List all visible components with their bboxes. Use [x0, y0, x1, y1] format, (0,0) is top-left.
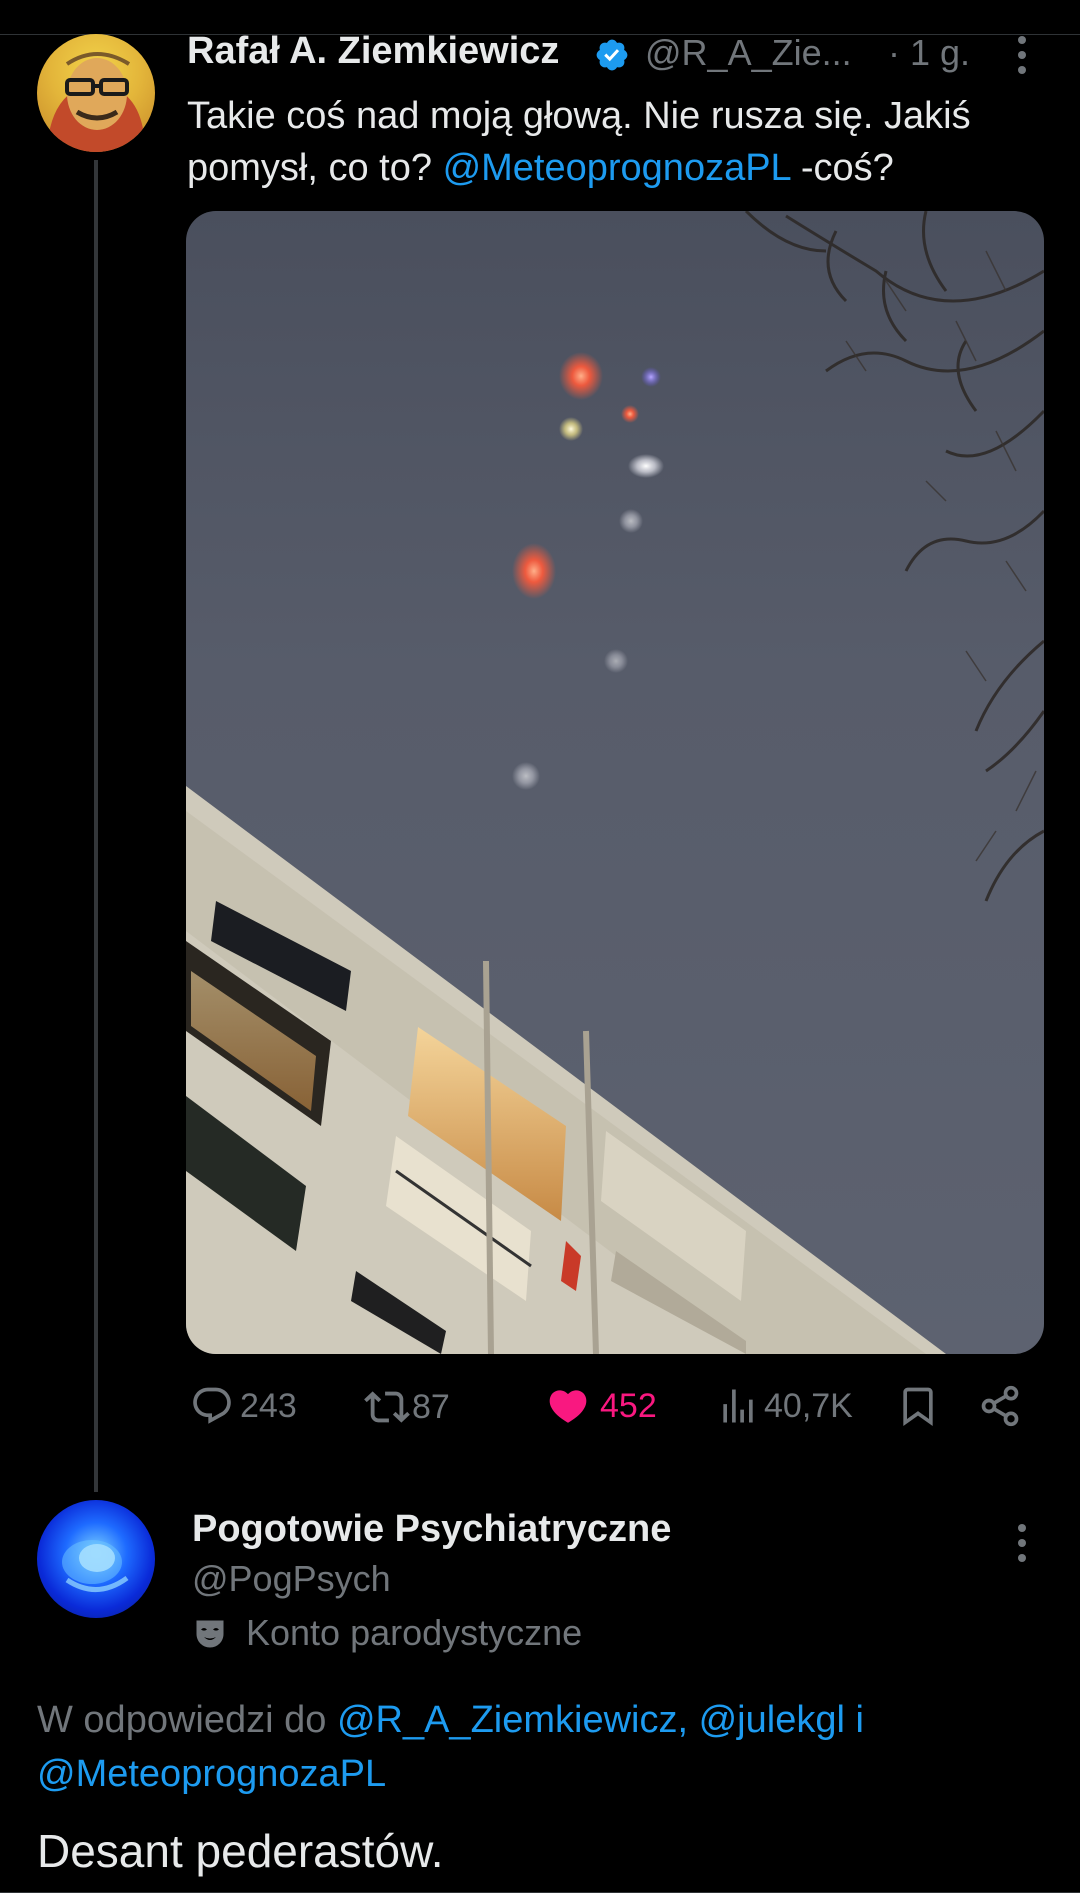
tweet-actions: 243 87 452 40,7K: [186, 1384, 1036, 1434]
reply-button[interactable]: 243: [190, 1384, 297, 1428]
views-count: 40,7K: [764, 1386, 853, 1425]
views-button[interactable]: 40,7K: [716, 1384, 853, 1428]
tweet-time[interactable]: · 1 g.: [888, 32, 970, 74]
heart-icon: [549, 1390, 587, 1423]
bookmark-button[interactable]: [896, 1384, 940, 1428]
reply-author-avatar[interactable]: [37, 1500, 155, 1618]
tweet-mention[interactable]: @MeteoprognozaPL: [443, 147, 791, 189]
reply-text: Desant pederastów.: [37, 1825, 444, 1877]
verified-badge-icon: [596, 39, 628, 71]
bookmark-icon: [903, 1387, 933, 1427]
thread-line: [94, 160, 98, 1492]
like-count: 452: [600, 1386, 657, 1425]
reply-mention-link[interactable]: @julekgl: [699, 1699, 845, 1741]
retweet-icon: [364, 1391, 410, 1423]
like-button[interactable]: 452: [546, 1384, 657, 1428]
parody-mask-icon: [196, 1620, 224, 1648]
reply-count: 243: [240, 1386, 297, 1425]
more-icon[interactable]: [1010, 36, 1034, 80]
reply-mention-link[interactable]: @MeteoprognozaPL: [37, 1753, 386, 1795]
views-icon: [723, 1389, 753, 1423]
reply-author-name[interactable]: Pogotowie Psychiatryczne: [192, 1508, 671, 1551]
retweet-button[interactable]: 87: [364, 1384, 450, 1430]
retweet-count: 87: [412, 1387, 450, 1426]
reply-icon: [193, 1387, 231, 1424]
tweet-photo[interactable]: [186, 211, 1044, 1354]
parody-label: Konto parodystyczne: [246, 1612, 583, 1653]
author-avatar[interactable]: [37, 34, 155, 152]
reply-mention-link[interactable]: @R_A_Ziemkiewicz,: [337, 1699, 688, 1741]
reply-and: i: [844, 1699, 864, 1741]
share-button[interactable]: [978, 1384, 1022, 1428]
tweet-text-tail: -coś?: [790, 147, 894, 189]
reply-author-handle[interactable]: @PogPsych: [192, 1558, 391, 1600]
reply-prefix: W odpowiedzi do: [37, 1699, 337, 1741]
share-icon: [981, 1385, 1019, 1427]
author-name[interactable]: Rafał A. Ziemkiewicz: [187, 30, 559, 73]
replying-to: W odpowiedzi do @R_A_Ziemkiewicz, @julek…: [37, 1693, 1037, 1801]
tweet-text: Takie coś nad moją głową. Nie rusza się.…: [187, 90, 1047, 194]
more-icon[interactable]: [1010, 1524, 1034, 1568]
author-handle[interactable]: @R_A_Zie...: [645, 32, 852, 74]
